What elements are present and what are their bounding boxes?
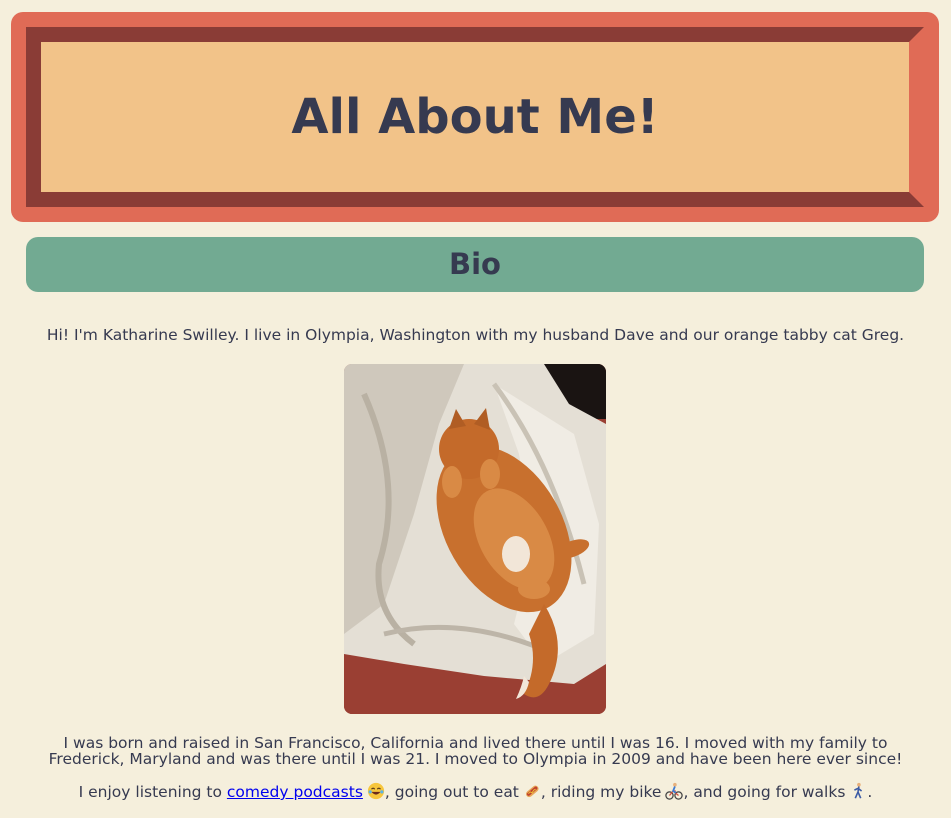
page-title: All About Me! [291,89,659,145]
hobbies-prefix: I enjoy listening to [78,783,227,801]
hobbies-after-bike: , and going for walks [683,783,846,801]
header-banner: All About Me! [11,12,939,222]
walking-emoji-icon [854,782,863,799]
hobbies-after-food: , riding my bike [540,783,662,801]
comedy-podcasts-link[interactable]: comedy podcasts [227,783,363,801]
bio-heading: Bio [449,247,501,281]
bio-section-header: Bio [26,237,924,292]
cyclist-emoji-icon [665,782,684,800]
page: All About Me! Bio Hi! I'm Katharine Swil… [0,0,951,818]
bio-hobbies-text: I enjoy listening to comedy podcasts , go… [0,782,951,802]
header-panel: All About Me! [26,27,924,207]
bio-intro-text: Hi! I'm Katharine Swilley. I live in Oly… [46,326,905,344]
cat-photo [344,364,606,714]
bio-history-text: I was born and raised in San Francisco, … [48,734,903,768]
laughing-emoji-icon [367,782,385,800]
hobbies-after-link: , going out to eat [384,783,519,801]
hotdog-emoji-icon [525,785,539,798]
hobbies-end: . [867,783,873,801]
